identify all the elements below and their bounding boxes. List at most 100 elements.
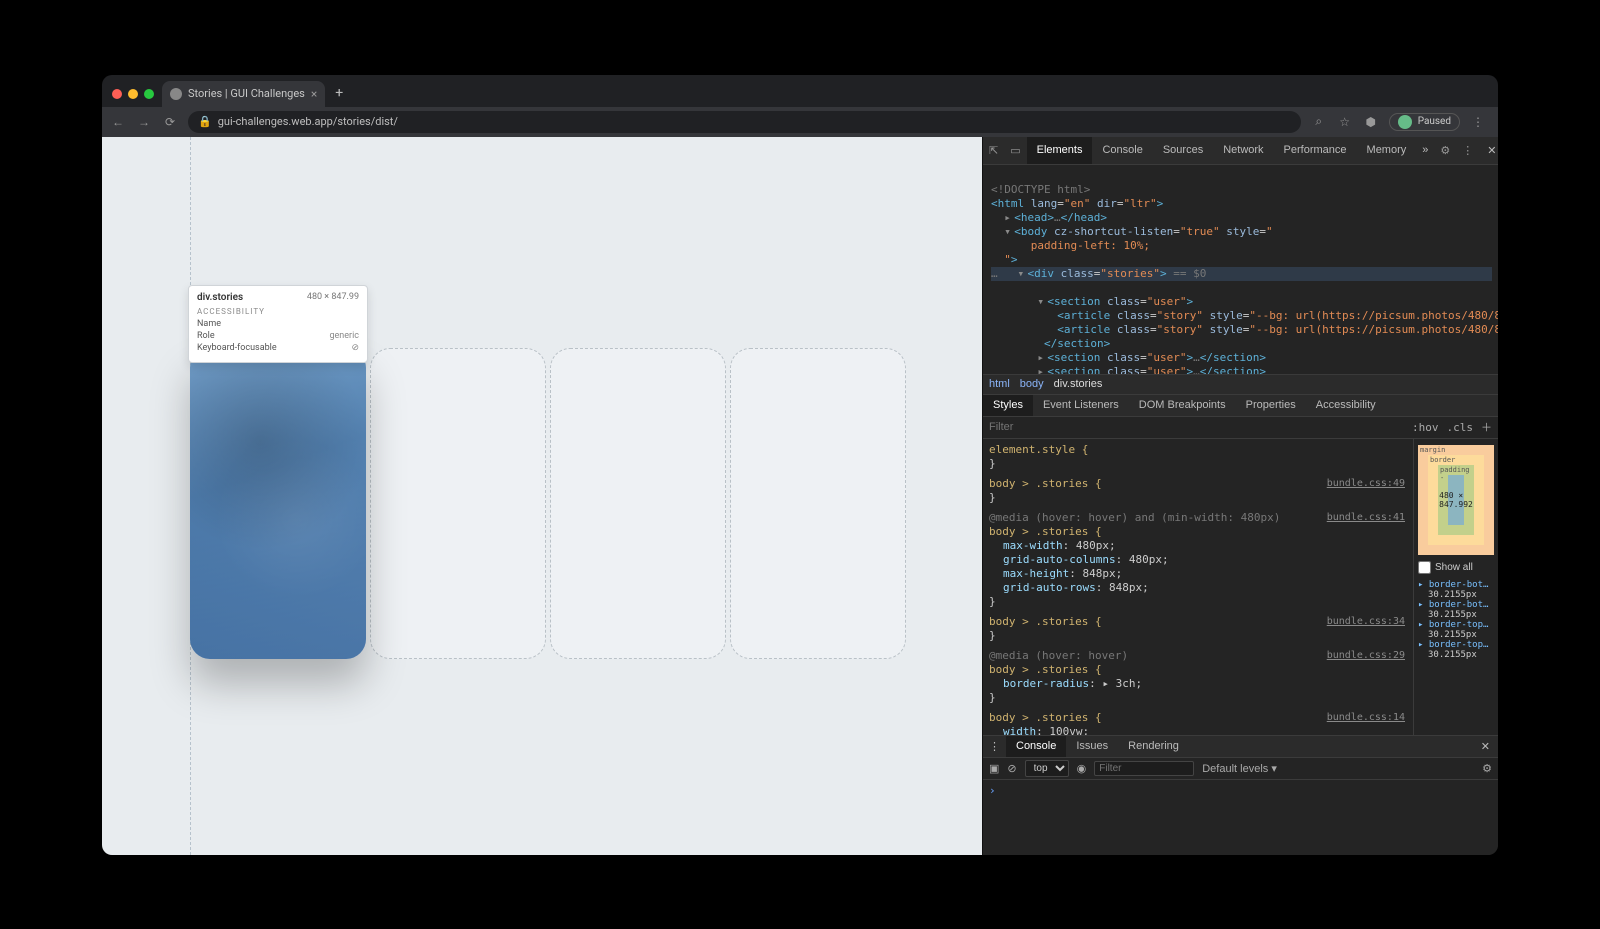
box-model: margin- border padding - 480 × 847.992 <box>1418 445 1494 555</box>
css-rule[interactable]: element.style {} <box>989 443 1407 471</box>
dom-line[interactable]: <head>…</head> <box>1014 211 1107 224</box>
context-select[interactable]: top <box>1025 760 1069 777</box>
crumb-current[interactable]: div.stories <box>1054 378 1103 390</box>
avatar-icon <box>1398 115 1412 129</box>
tab-sources[interactable]: Sources <box>1153 137 1213 164</box>
stories-container <box>190 137 982 855</box>
live-expression-icon[interactable]: ◉ <box>1077 762 1087 775</box>
subtab-event-listeners[interactable]: Event Listeners <box>1033 395 1129 416</box>
new-tab-button[interactable]: + <box>325 85 353 107</box>
tab-console[interactable]: Console <box>1092 137 1152 164</box>
styles-subtabs: Styles Event Listeners DOM Breakpoints P… <box>983 395 1498 417</box>
console-body[interactable]: › <box>983 780 1498 855</box>
zoom-window-icon[interactable] <box>144 89 154 99</box>
bookmark-star-icon[interactable]: ☆ <box>1337 114 1353 130</box>
drawer-kebab-icon[interactable]: ⋮ <box>983 740 1006 753</box>
cls-toggle[interactable]: .cls <box>1447 421 1474 434</box>
console-filter-input[interactable] <box>1094 761 1194 776</box>
computed-pane[interactable]: margin- border padding - 480 × 847.992 S… <box>1414 439 1498 735</box>
dom-line[interactable]: <body cz-shortcut-listen="true" style=" <box>1014 225 1272 238</box>
content-area: div.stories 480 × 847.99 ACCESSIBILITY N… <box>102 137 1498 855</box>
tabs-overflow-icon[interactable]: » <box>1416 144 1434 156</box>
toolbar-right: ⌕ ☆ ⬢ Paused ⋮ <box>1311 113 1490 131</box>
subtab-dom-breakpoints[interactable]: DOM Breakpoints <box>1129 395 1236 416</box>
drawer-tab-rendering[interactable]: Rendering <box>1118 736 1189 757</box>
drawer-close-icon[interactable]: ✕ <box>1473 740 1498 753</box>
subtab-accessibility[interactable]: Accessibility <box>1306 395 1386 416</box>
computed-item[interactable]: ▸ border-bot…30.2155px <box>1418 580 1494 600</box>
tooltip-role-value: generic <box>329 331 359 341</box>
inspect-element-icon[interactable]: ⇱ <box>983 144 1004 157</box>
profile-chip[interactable]: Paused <box>1389 113 1460 131</box>
browser-tab[interactable]: Stories | GUI Challenges × <box>162 81 325 107</box>
drawer-tabbar: ⋮ Console Issues Rendering ✕ <box>983 736 1498 758</box>
console-drawer: ⋮ Console Issues Rendering ✕ ▣ ⊘ top ◉ D… <box>983 735 1498 855</box>
dom-line[interactable]: <html lang="en" dir="ltr"> <box>991 197 1163 210</box>
story-card-active[interactable] <box>190 348 366 659</box>
tooltip-role-label: Role <box>197 331 215 341</box>
dom-line[interactable]: <!DOCTYPE html> <box>991 183 1090 196</box>
computed-item[interactable]: ▸ border-top…30.2155px <box>1418 620 1494 640</box>
settings-gear-icon[interactable]: ⚙ <box>1434 144 1456 157</box>
css-rule[interactable]: @media (hover: hover)body > .stories {bu… <box>989 649 1407 705</box>
hov-toggle[interactable]: :hov <box>1412 421 1439 434</box>
close-tab-icon[interactable]: × <box>311 87 317 101</box>
devtools-kebab-icon[interactable]: ⋮ <box>1456 144 1479 157</box>
tab-elements[interactable]: Elements <box>1027 137 1093 164</box>
chrome-menu-icon[interactable]: ⋮ <box>1470 114 1486 130</box>
tooltip-selector: div.stories <box>197 292 243 303</box>
close-window-icon[interactable] <box>112 89 122 99</box>
story-card-placeholder[interactable] <box>730 348 906 659</box>
styles-filter-input[interactable] <box>989 421 1404 433</box>
show-all-checkbox[interactable] <box>1418 561 1431 574</box>
console-settings-icon[interactable]: ⚙ <box>1482 762 1492 775</box>
tab-network[interactable]: Network <box>1213 137 1273 164</box>
computed-list: ▸ border-bot…30.2155px▸ border-bot…30.21… <box>1418 580 1494 660</box>
subtab-styles[interactable]: Styles <box>983 395 1033 416</box>
clear-console-icon[interactable]: ⊘ <box>1007 762 1016 775</box>
new-rule-button[interactable]: ＋ <box>1481 419 1492 435</box>
crumb-body[interactable]: body <box>1020 378 1044 390</box>
device-toggle-icon[interactable]: ▭ <box>1004 144 1026 157</box>
tab-memory[interactable]: Memory <box>1357 137 1417 164</box>
subtab-properties[interactable]: Properties <box>1236 395 1306 416</box>
tab-title: Stories | GUI Challenges <box>188 87 305 100</box>
css-rule[interactable]: body > .stories {bundle.css:14width: 100… <box>989 711 1407 735</box>
drawer-tab-issues[interactable]: Issues <box>1066 736 1118 757</box>
devtools-close-icon[interactable]: ✕ <box>1479 144 1498 157</box>
css-rule[interactable]: body > .stories {bundle.css:49} <box>989 477 1407 505</box>
computed-item[interactable]: ▸ border-top…30.2155px <box>1418 640 1494 660</box>
log-levels-select[interactable]: Default levels ▾ <box>1202 762 1277 775</box>
page-viewport[interactable]: div.stories 480 × 847.99 ACCESSIBILITY N… <box>102 137 982 855</box>
story-card-placeholder[interactable] <box>550 348 726 659</box>
console-toolbar: ▣ ⊘ top ◉ Default levels ▾ ⚙ <box>983 758 1498 780</box>
tooltip-name-label: Name <box>197 319 221 329</box>
css-rule[interactable]: @media (hover: hover) and (min-width: 48… <box>989 511 1407 609</box>
dom-style-value: padding-left: 10%; <box>1031 239 1150 252</box>
tab-strip: Stories | GUI Challenges × + <box>102 75 1498 107</box>
back-button[interactable]: ← <box>110 114 126 130</box>
console-prompt: › <box>989 784 996 797</box>
window-controls <box>108 89 162 107</box>
styles-pane[interactable]: element.style {} body > .stories {bundle.… <box>983 439 1414 735</box>
forward-button[interactable]: → <box>136 114 152 130</box>
stories-track <box>190 333 906 659</box>
css-rule[interactable]: body > .stories {bundle.css:34} <box>989 615 1407 643</box>
extension-icon[interactable]: ⬢ <box>1363 114 1379 130</box>
tooltip-section: ACCESSIBILITY <box>197 307 359 316</box>
reload-button[interactable]: ⟳ <box>162 114 178 130</box>
dom-tree[interactable]: <!DOCTYPE html> <html lang="en" dir="ltr… <box>983 165 1498 375</box>
tooltip-kf-label: Keyboard-focusable <box>197 343 277 353</box>
show-all-toggle[interactable]: Show all <box>1418 561 1494 574</box>
computed-item[interactable]: ▸ border-bot…30.2155px <box>1418 600 1494 620</box>
address-bar[interactable]: 🔒 gui-challenges.web.app/stories/dist/ <box>188 111 1301 133</box>
favicon-icon <box>170 88 182 100</box>
search-icon[interactable]: ⌕ <box>1311 114 1327 130</box>
console-sidebar-toggle-icon[interactable]: ▣ <box>989 762 999 775</box>
minimize-window-icon[interactable] <box>128 89 138 99</box>
url-text: gui-challenges.web.app/stories/dist/ <box>218 115 398 128</box>
story-card-placeholder[interactable] <box>370 348 546 659</box>
crumb-html[interactable]: html <box>989 378 1010 390</box>
tab-performance[interactable]: Performance <box>1274 137 1357 164</box>
drawer-tab-console[interactable]: Console <box>1006 736 1066 757</box>
